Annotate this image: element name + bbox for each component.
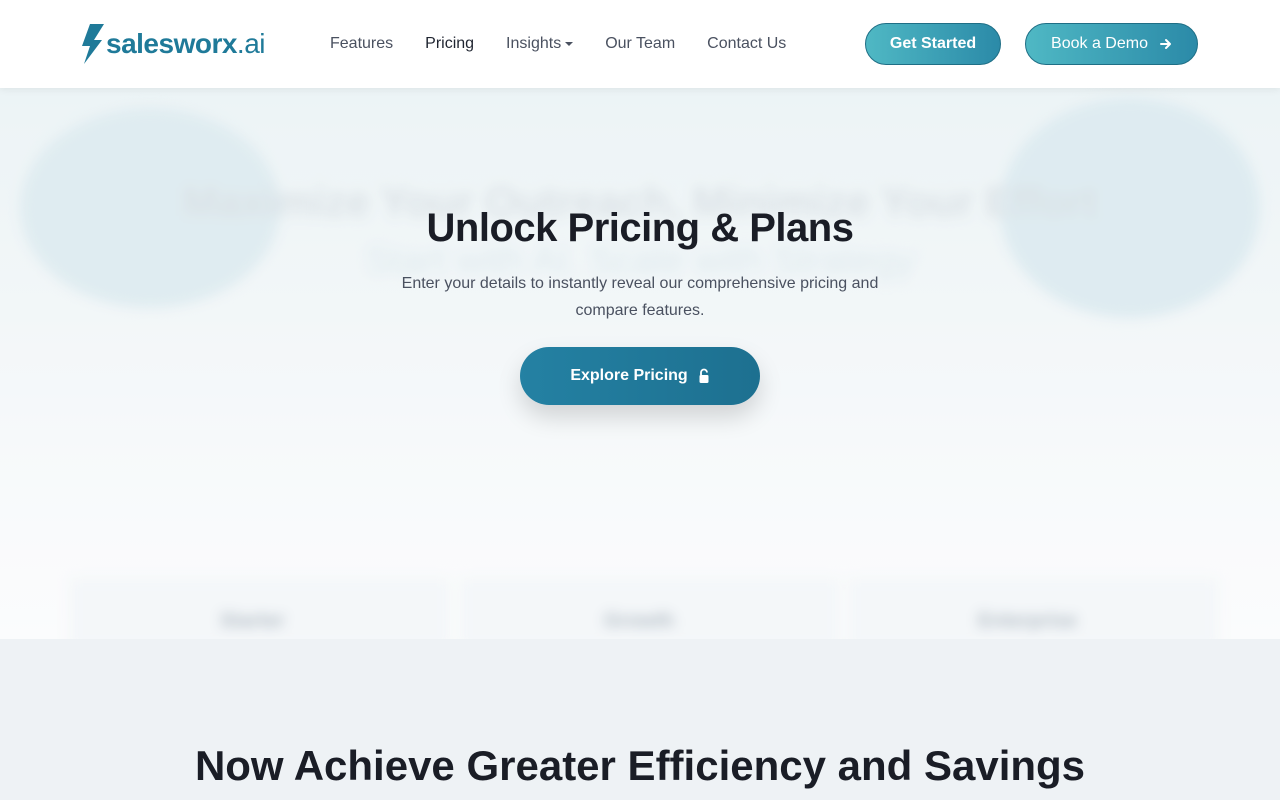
efficiency-section: Now Achieve Greater Efficiency and Savin…	[0, 639, 1280, 800]
logo-text: salesworx.ai	[106, 28, 266, 59]
lightning-bolt-icon	[82, 24, 104, 64]
nav-link-insights[interactable]: Insights	[506, 33, 574, 55]
navbar: salesworx.ai Features Pricing Insights O…	[0, 0, 1280, 88]
unlock-description: Enter your details to instantly reveal o…	[401, 275, 879, 319]
arrow-right-icon	[1159, 39, 1171, 49]
get-started-label: Get Started	[889, 35, 977, 52]
nav-link-contact-us[interactable]: Contact Us	[707, 33, 786, 55]
book-demo-button[interactable]: Book a Demo	[1025, 23, 1198, 65]
unlock-title: Unlock Pricing & Plans	[426, 206, 854, 250]
get-started-button[interactable]: Get Started	[865, 23, 1001, 65]
nav-link-features[interactable]: Features	[330, 33, 393, 55]
explore-pricing-label: Explore Pricing	[570, 367, 688, 384]
book-demo-label: Book a Demo	[1051, 35, 1148, 52]
logo[interactable]: salesworx.ai	[82, 24, 266, 64]
nav-link-our-team[interactable]: Our Team	[605, 33, 675, 55]
explore-pricing-button[interactable]: Explore Pricing	[520, 347, 760, 405]
nav-link-insights-label: Insights	[506, 35, 562, 52]
main-nav: Features Pricing Insights Our Team Conta…	[330, 33, 818, 55]
caret-down-icon	[565, 41, 574, 46]
nav-link-pricing[interactable]: Pricing	[425, 33, 474, 55]
section-title: Now Achieve Greater Efficiency and Savin…	[194, 742, 1086, 789]
lock-icon	[699, 368, 709, 383]
